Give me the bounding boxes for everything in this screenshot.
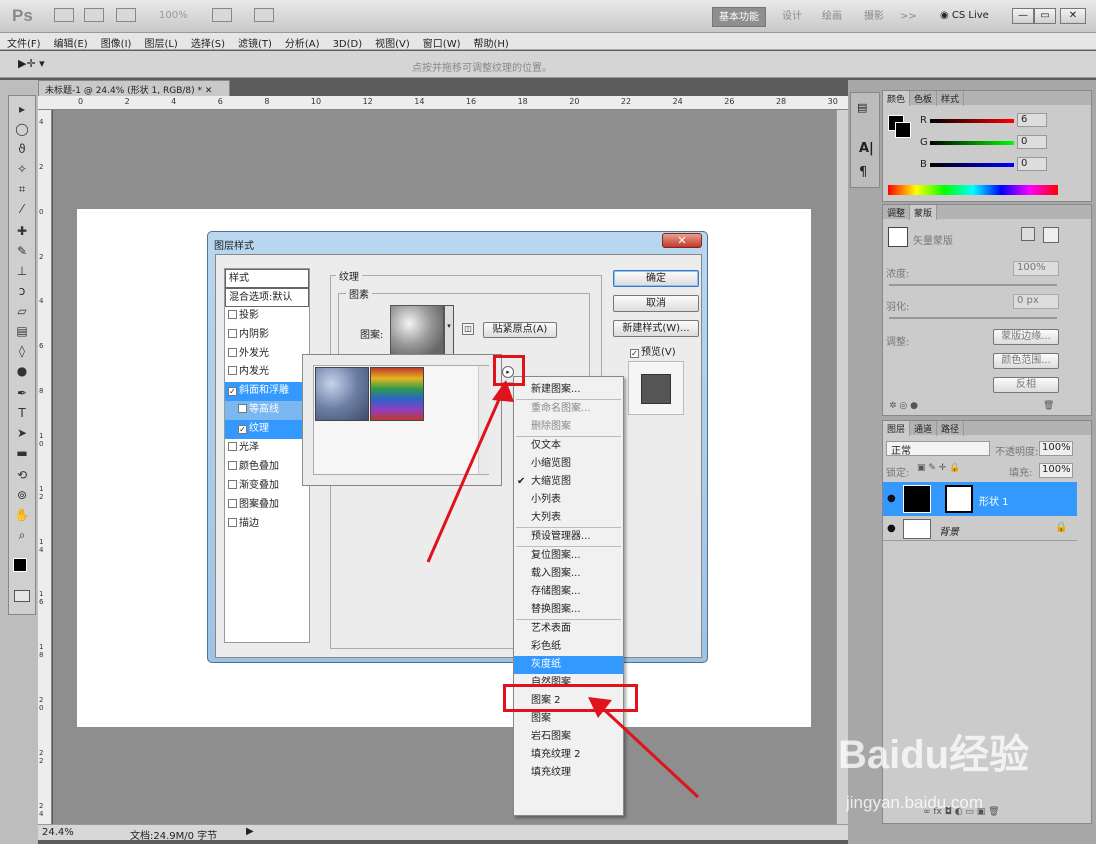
baidu-watermark-url: jingyan.baidu.com [846,793,984,812]
annotation-arrows [426,380,700,799]
annotation-arrowhead-up [492,380,514,402]
annotation-arrow-left [596,702,700,799]
baidu-watermark: Baidu经验 [838,733,1030,777]
annotation-arrow-up [426,387,506,563]
